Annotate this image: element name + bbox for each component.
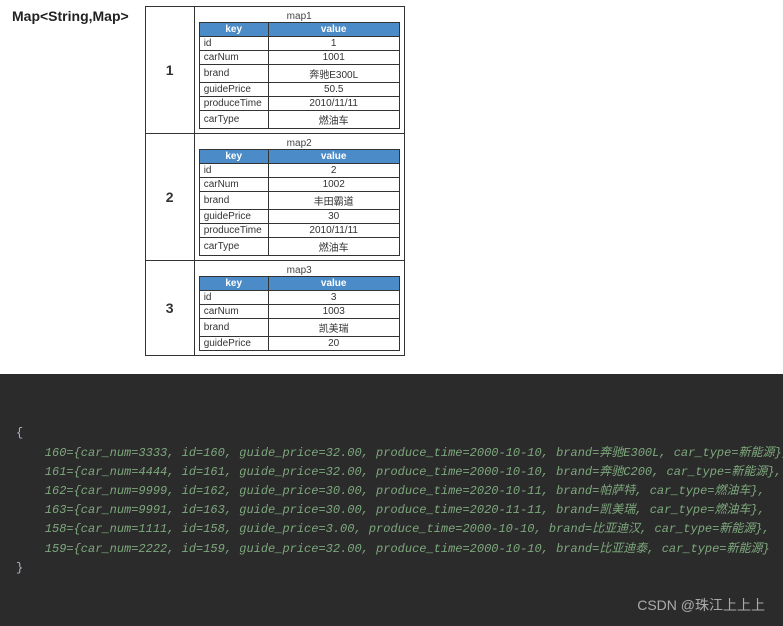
cell-value: 20: [268, 337, 399, 351]
map-caption: map1: [199, 11, 400, 22]
table-row: guidePrice30: [199, 210, 399, 224]
cell-value: 1003: [268, 305, 399, 319]
console-line: 160={car_num=3333, id=160, guide_price=3…: [16, 444, 767, 463]
table-row: guidePrice20: [199, 337, 399, 351]
map-index: 2: [145, 134, 194, 261]
cell-value: 2010/11/11: [268, 97, 399, 111]
table-row: id3: [199, 291, 399, 305]
map-cell: map1keyvalueid1carNum1001brand奔驰E300Lgui…: [194, 7, 404, 134]
console-line: 161={car_num=4444, id=161, guide_price=3…: [16, 463, 767, 482]
table-row: produceTime2010/11/11: [199, 224, 399, 238]
kv-table: keyvalueid3carNum1003brand凯美瑞guidePrice2…: [199, 276, 400, 351]
cell-value: 奔驰E300L: [268, 65, 399, 83]
map-cell: map2keyvalueid2carNum1002brand丰田霸道guideP…: [194, 134, 404, 261]
cell-value: 燃油车: [268, 238, 399, 256]
cell-value: 1002: [268, 178, 399, 192]
table-row: carNum1001: [199, 51, 399, 65]
map-caption: map2: [199, 138, 400, 149]
cell-value: 2010/11/11: [268, 224, 399, 238]
table-row: carType燃油车: [199, 111, 399, 129]
table-row: carNum1003: [199, 305, 399, 319]
table-row: brand凯美瑞: [199, 319, 399, 337]
cell-key: carNum: [199, 51, 268, 65]
cell-key: guidePrice: [199, 210, 268, 224]
cell-key: guidePrice: [199, 337, 268, 351]
cell-key: produceTime: [199, 224, 268, 238]
cell-value: 1001: [268, 51, 399, 65]
col-key: key: [199, 277, 268, 291]
col-key: key: [199, 23, 268, 37]
cell-key: brand: [199, 192, 268, 210]
title: Map<String,Map>: [6, 6, 135, 26]
cell-value: 丰田霸道: [268, 192, 399, 210]
table-row: brand奔驰E300L: [199, 65, 399, 83]
map-caption: map3: [199, 265, 400, 276]
cell-key: carNum: [199, 305, 268, 319]
map-index: 1: [145, 7, 194, 134]
cell-key: produceTime: [199, 97, 268, 111]
console-line: }: [16, 559, 767, 578]
table-row: carType燃油车: [199, 238, 399, 256]
console-line: 163={car_num=9991, id=163, guide_price=3…: [16, 501, 767, 520]
cell-key: id: [199, 164, 268, 178]
cell-key: brand: [199, 319, 268, 337]
cell-value: 3: [268, 291, 399, 305]
map-cell: map3keyvalueid3carNum1003brand凯美瑞guidePr…: [194, 261, 404, 356]
table-row: id2: [199, 164, 399, 178]
console-line: {: [16, 424, 767, 443]
console-output: { 160={car_num=3333, id=160, guide_price…: [0, 374, 783, 626]
table-row: carNum1002: [199, 178, 399, 192]
kv-table: keyvalueid1carNum1001brand奔驰E300LguidePr…: [199, 22, 400, 129]
console-line: 162={car_num=9999, id=162, guide_price=3…: [16, 482, 767, 501]
cell-key: guidePrice: [199, 83, 268, 97]
cell-value: 50.5: [268, 83, 399, 97]
cell-value: 30: [268, 210, 399, 224]
cell-key: carType: [199, 111, 268, 129]
cell-value: 凯美瑞: [268, 319, 399, 337]
cell-key: id: [199, 37, 268, 51]
table-row: brand丰田霸道: [199, 192, 399, 210]
console-line: 159={car_num=2222, id=159, guide_price=3…: [16, 540, 767, 559]
cell-value: 燃油车: [268, 111, 399, 129]
table-row: id1: [199, 37, 399, 51]
col-value: value: [268, 150, 399, 164]
col-value: value: [268, 23, 399, 37]
cell-value: 1: [268, 37, 399, 51]
cell-value: 2: [268, 164, 399, 178]
table-row: guidePrice50.5: [199, 83, 399, 97]
cell-key: brand: [199, 65, 268, 83]
cell-key: carNum: [199, 178, 268, 192]
col-value: value: [268, 277, 399, 291]
table-row: produceTime2010/11/11: [199, 97, 399, 111]
col-key: key: [199, 150, 268, 164]
watermark: CSDN @珠江上上上: [637, 594, 765, 616]
maps-table: 1map1keyvalueid1carNum1001brand奔驰E300Lgu…: [145, 6, 405, 356]
kv-table: keyvalueid2carNum1002brand丰田霸道guidePrice…: [199, 149, 400, 256]
cell-key: id: [199, 291, 268, 305]
console-line: 158={car_num=1111, id=158, guide_price=3…: [16, 520, 767, 539]
cell-key: carType: [199, 238, 268, 256]
map-index: 3: [145, 261, 194, 356]
